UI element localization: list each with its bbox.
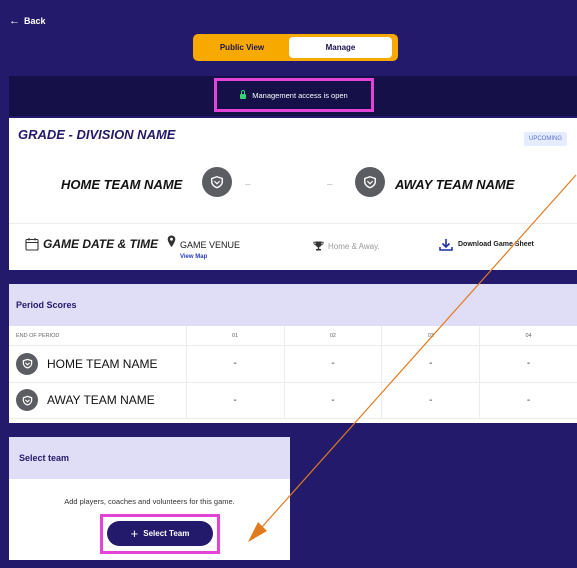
team-cell: AWAY TEAM NAME: [9, 383, 186, 419]
period-scores-header: END OF PERIOD 01 02 03 04: [9, 326, 577, 346]
download-icon: [439, 239, 453, 251]
trophy-icon: [313, 241, 324, 251]
select-team-panel: Select team Add players, coaches and vol…: [9, 437, 290, 560]
column-header: 04: [479, 326, 577, 345]
score-cell: -: [283, 382, 382, 418]
away-team-name: AWAY TEAM NAME: [395, 177, 515, 192]
public-view-tab[interactable]: Public View: [197, 37, 287, 58]
calendar-icon: [25, 238, 39, 251]
score-cell: -: [381, 382, 479, 418]
team-name: HOME TEAM NAME: [47, 356, 158, 371]
column-header: 03: [381, 326, 479, 345]
score-cell: -: [479, 346, 577, 382]
period-scores-title: Period Scores: [9, 284, 577, 326]
select-team-button[interactable]: + Select Team: [107, 521, 213, 546]
access-message: Management access is open: [252, 90, 348, 100]
venue-name: GAME VENUE: [180, 240, 241, 250]
home-team-name: HOME TEAM NAME: [61, 177, 183, 192]
manage-tab[interactable]: Manage: [289, 37, 392, 58]
home-away-label: Home & Away.: [328, 241, 380, 251]
table-row: AWAY TEAM NAME - - - -: [9, 382, 577, 419]
select-team-description: Add players, coaches and volunteers for …: [64, 497, 235, 506]
plus-icon: +: [130, 526, 139, 541]
home-team-shield-icon: [202, 167, 232, 197]
map-pin-icon: [167, 235, 176, 247]
team-shield-icon: [16, 389, 38, 412]
grade-division-title: GRADE - DIVISION NAME: [18, 127, 176, 142]
status-badge: UPCOMING: [524, 132, 567, 146]
score-cell: -: [185, 382, 284, 418]
competition-type: Home & Away.: [313, 241, 380, 251]
access-highlight: Management access is open: [214, 78, 374, 112]
download-label: Download Game Sheet: [458, 241, 534, 248]
lock-icon: [240, 90, 247, 99]
score-cell: -: [185, 346, 284, 382]
score-cell: -: [283, 346, 382, 382]
back-button[interactable]: ← Back: [9, 15, 46, 27]
select-team-title: Select team: [9, 437, 290, 479]
table-row: HOME TEAM NAME - - - -: [9, 346, 577, 383]
date-time-label: GAME DATE & TIME: [43, 237, 159, 251]
away-team-shield-icon: [355, 167, 385, 197]
back-label: Back: [24, 16, 46, 26]
game-date-time: GAME DATE & TIME: [25, 237, 158, 251]
view-toggle: Public View Manage: [193, 34, 398, 61]
column-header: 01: [185, 326, 284, 345]
view-map-link[interactable]: View Map: [180, 254, 240, 260]
score-cell: -: [479, 382, 577, 418]
arrow-left-icon: ←: [9, 15, 20, 27]
column-header: END OF PERIOD: [16, 332, 60, 339]
game-card: GRADE - DIVISION NAME UPCOMING HOME TEAM…: [9, 118, 577, 270]
period-scores-panel: Period Scores END OF PERIOD 01 02 03 04 …: [9, 284, 577, 423]
team-cell: HOME TEAM NAME: [9, 346, 186, 382]
divider: [9, 223, 577, 224]
team-name: AWAY TEAM NAME: [47, 393, 155, 408]
game-venue: GAME VENUE View Map: [167, 235, 240, 260]
download-game-sheet-button[interactable]: Download Game Sheet: [439, 238, 534, 251]
column-header: 02: [283, 326, 382, 345]
away-score: –: [327, 179, 333, 190]
team-shield-icon: [16, 352, 38, 375]
home-score: –: [245, 179, 251, 190]
select-team-label: Select Team: [143, 529, 190, 538]
score-cell: -: [381, 346, 479, 382]
